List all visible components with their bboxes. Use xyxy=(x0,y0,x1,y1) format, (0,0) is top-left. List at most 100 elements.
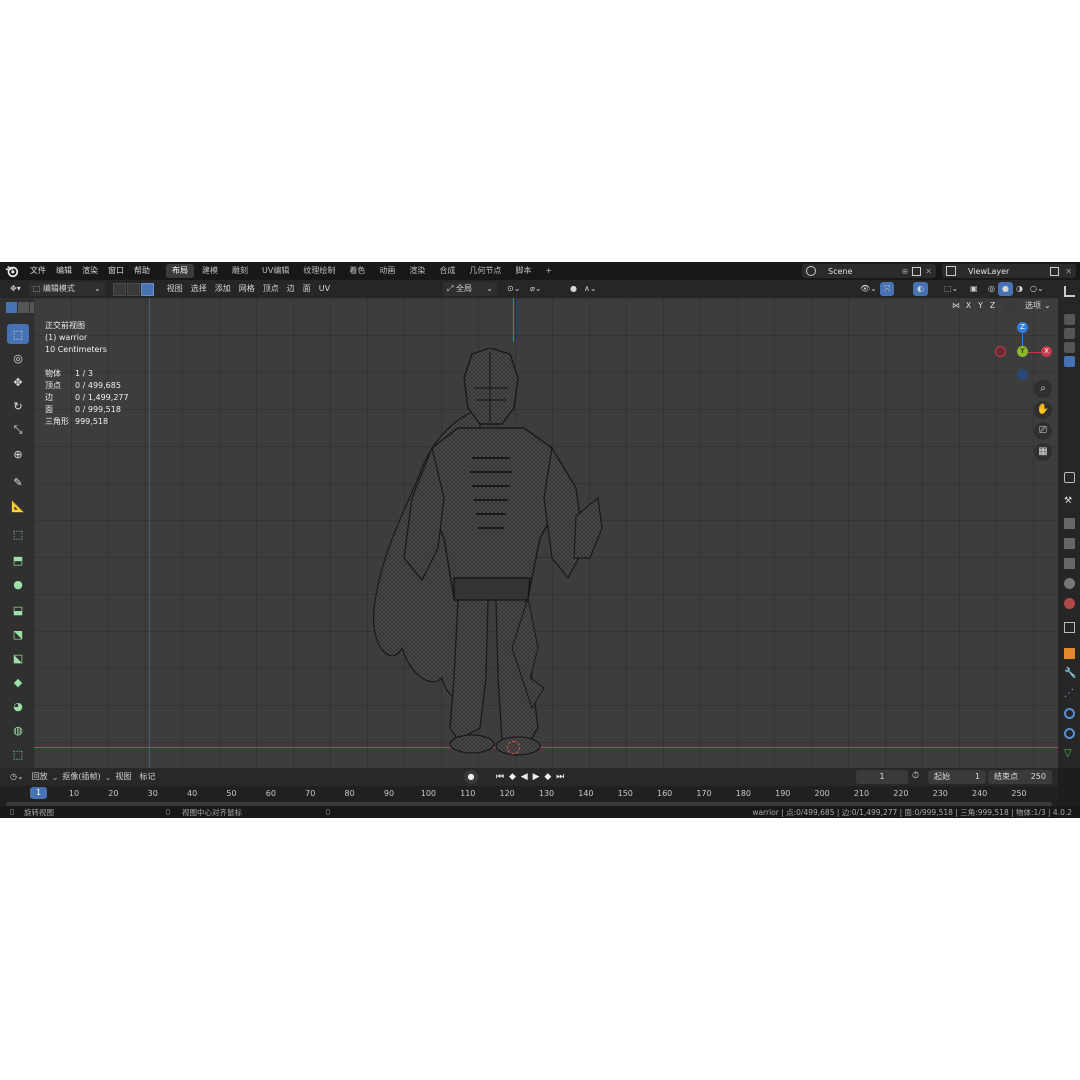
properties-toggle-icon[interactable] xyxy=(1064,472,1075,483)
perspective-toggle-icon[interactable]: ▦ xyxy=(1034,443,1052,461)
tab-geometry-nodes[interactable]: 几何节点 xyxy=(463,264,507,278)
wireframe-shading-icon[interactable]: ◎ xyxy=(984,282,999,296)
tab-uv-editing[interactable]: UV编辑 xyxy=(256,264,295,278)
tab-compositing[interactable]: 合成 xyxy=(433,264,461,278)
prev-keyframe-icon[interactable]: ◆ xyxy=(509,772,517,782)
gizmo-neg-z-handle[interactable] xyxy=(1017,369,1028,380)
inset-tool-icon[interactable]: ● xyxy=(7,574,29,594)
menu-playback[interactable]: 回放 xyxy=(28,770,52,784)
xray-icon[interactable]: ▣ xyxy=(966,282,982,296)
menu-marker[interactable]: 标记 xyxy=(135,770,159,784)
scene-properties-icon[interactable] xyxy=(1064,578,1075,589)
smooth-tool-icon[interactable]: ◍ xyxy=(7,720,29,740)
gizmo-z-handle[interactable]: Z xyxy=(1017,322,1028,333)
warrior-mesh[interactable] xyxy=(362,348,618,758)
add-cube-tool-icon[interactable]: ⬚ xyxy=(7,524,29,544)
mirror-y-toggle[interactable]: Y xyxy=(975,300,986,311)
physics-properties-icon[interactable] xyxy=(1064,708,1075,719)
move-tool-icon[interactable]: ✥ xyxy=(7,372,29,392)
world-properties-icon[interactable] xyxy=(1064,598,1075,609)
gizmo-neg-x-handle[interactable] xyxy=(995,346,1006,357)
face-select-icon[interactable] xyxy=(140,282,154,296)
stopwatch-icon[interactable]: ⏱ xyxy=(912,771,919,781)
blender-logo-icon[interactable] xyxy=(5,264,19,278)
frame-start-field[interactable]: 起始 1 xyxy=(928,770,986,784)
constraint-properties-icon[interactable] xyxy=(1064,728,1075,739)
solid-shading-icon[interactable]: ● xyxy=(998,282,1013,296)
tab-shading[interactable]: 着色 xyxy=(343,264,371,278)
record-button[interactable]: ● xyxy=(464,770,478,784)
timeline-editor-icon[interactable]: ◷⌄ xyxy=(6,770,28,784)
menu-add[interactable]: 添加 xyxy=(211,282,235,296)
menu-edge[interactable]: 边 xyxy=(283,282,299,296)
gizmo-x-handle[interactable]: X xyxy=(1041,346,1052,357)
outliner-icon[interactable] xyxy=(1064,286,1075,297)
scene-selector[interactable]: Scene ⊕ ✕ xyxy=(802,264,936,278)
menu-edit[interactable]: 编辑 xyxy=(51,262,77,280)
menu-file[interactable]: 文件 xyxy=(25,262,51,280)
camera-view-icon[interactable]: ⎚ xyxy=(1034,422,1052,440)
options-menu[interactable]: 选项 xyxy=(1025,300,1041,311)
menu-view[interactable]: 视图 xyxy=(163,282,187,296)
tab-texture-paint[interactable]: 纹理绘制 xyxy=(297,264,341,278)
active-camera-icon[interactable] xyxy=(1064,356,1075,367)
pan-hand-icon[interactable]: ✋ xyxy=(1034,401,1052,419)
3d-viewport[interactable]: 正交前视图 (1) warrior 10 Centimeters 物体 1 / 3… xyxy=(34,298,1058,768)
modifier-properties-icon[interactable]: 🔧 xyxy=(1064,668,1076,679)
cursor-tool-icon[interactable]: ◎ xyxy=(7,348,29,368)
transform-tool-icon[interactable]: ⊕ xyxy=(7,444,29,464)
collection-properties-icon[interactable] xyxy=(1064,622,1075,633)
tab-scripting[interactable]: 脚本 xyxy=(509,264,537,278)
visibility-icon[interactable]: 👁⌄ xyxy=(856,282,881,296)
rotate-tool-icon[interactable]: ↻ xyxy=(7,396,29,416)
menu-mesh[interactable]: 网格 xyxy=(235,282,259,296)
next-keyframe-icon[interactable]: ◆ xyxy=(544,772,552,782)
tab-sculpting[interactable]: 雕刻 xyxy=(226,264,254,278)
snap-icon[interactable]: ⌀⌄ xyxy=(526,282,546,296)
vertex-select-icon[interactable] xyxy=(112,282,126,296)
pin-icon[interactable]: ⊕ xyxy=(902,267,909,276)
jump-start-icon[interactable]: ⏮ xyxy=(496,772,505,782)
edge-slide-tool-icon[interactable]: ⬚ xyxy=(7,744,29,764)
mode-selector[interactable]: ⬚ 编辑模式 ⌄ xyxy=(28,282,105,296)
menu-window[interactable]: 窗口 xyxy=(103,262,129,280)
zoom-icon[interactable]: ⌕ xyxy=(1034,380,1052,398)
3d-cursor[interactable] xyxy=(507,741,520,754)
poly-build-tool-icon[interactable]: ◆ xyxy=(7,672,29,692)
tab-modeling[interactable]: 建模 xyxy=(196,264,224,278)
mesh-overlay-icon[interactable]: ⬚⌄ xyxy=(940,282,962,296)
particle-properties-icon[interactable]: ⋰ xyxy=(1064,688,1075,699)
mirror-x-toggle[interactable]: X xyxy=(963,300,974,311)
mirror-z-toggle[interactable]: Z xyxy=(987,300,998,311)
edge-select-icon[interactable] xyxy=(126,282,140,296)
close-scene-icon[interactable]: ✕ xyxy=(925,267,932,276)
play-reverse-icon[interactable]: ◀ xyxy=(521,772,529,782)
menu-timeline-view[interactable]: 视图 xyxy=(111,770,135,784)
rendered-shading-icon[interactable]: ○⌄ xyxy=(1026,282,1048,296)
object-properties-icon[interactable] xyxy=(1064,648,1075,659)
tab-rendering[interactable]: 渲染 xyxy=(403,264,431,278)
data-properties-icon[interactable]: ▽ xyxy=(1064,748,1075,759)
select-tool-icon[interactable]: ⬚ xyxy=(7,324,29,344)
annotate-tool-icon[interactable]: ✎ xyxy=(7,472,29,492)
view-layer-selector[interactable]: ViewLayer ✕ xyxy=(942,264,1076,278)
render-camera-icon[interactable] xyxy=(1064,314,1075,325)
falloff-icon[interactable]: ∧⌄ xyxy=(580,282,601,296)
menu-keying[interactable]: 抠像(插帧) xyxy=(58,770,104,784)
jump-end-icon[interactable]: ⏭ xyxy=(556,772,565,782)
current-frame-field[interactable]: 1 xyxy=(856,770,908,784)
frame-end-field[interactable]: 结束点 250 xyxy=(988,770,1052,784)
spin-tool-icon[interactable]: ◕ xyxy=(7,696,29,716)
editor-type-icon[interactable]: ✥▾ xyxy=(6,282,25,296)
material-shading-icon[interactable]: ◑ xyxy=(1012,282,1027,296)
measure-tool-icon[interactable]: 📐 xyxy=(7,496,29,516)
view-layer-properties-icon[interactable] xyxy=(1064,558,1075,569)
auto-merge-icon[interactable] xyxy=(1006,300,1017,311)
menu-vertex[interactable]: 顶点 xyxy=(259,282,283,296)
bevel-tool-icon[interactable]: ⬓ xyxy=(7,600,29,620)
gizmo-toggle-icon[interactable]: ⤧ xyxy=(880,282,895,296)
close-view-layer-icon[interactable]: ✕ xyxy=(1065,267,1072,276)
menu-help[interactable]: 帮助 xyxy=(129,262,155,280)
tab-layout[interactable]: 布局 xyxy=(166,264,194,278)
new-scene-icon[interactable] xyxy=(912,266,922,276)
